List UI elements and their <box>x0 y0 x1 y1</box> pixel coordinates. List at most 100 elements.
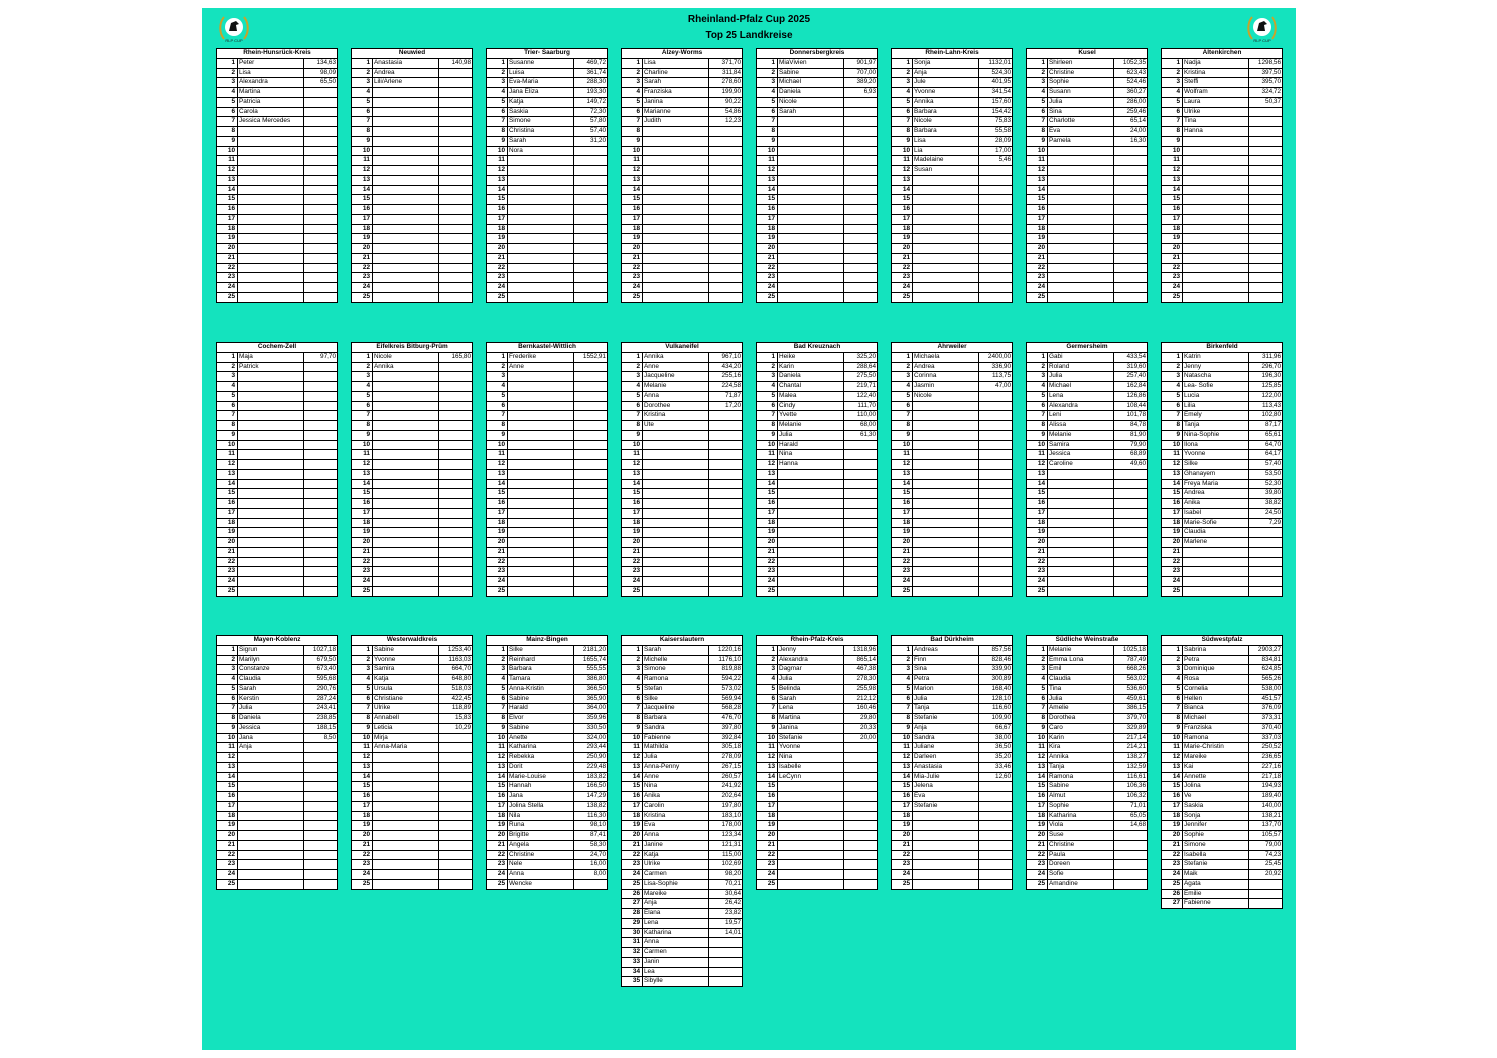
score-cell <box>438 820 473 831</box>
table-row: 23 <box>486 566 608 577</box>
table-row: 25 <box>1161 291 1284 303</box>
rank-cell: 4 <box>756 87 778 98</box>
participant-name-cell: Sofie <box>1047 869 1114 880</box>
score-cell <box>843 507 878 519</box>
table-row: 1 Katrin 311,96 <box>1161 351 1284 363</box>
participant-name-cell <box>1047 204 1114 215</box>
rank-cell: 18 <box>756 517 778 529</box>
participant-name-cell <box>372 556 439 568</box>
table-row: 24 <box>756 869 879 880</box>
score-cell: 84,78 <box>1112 420 1149 431</box>
participant-name-cell: Sarah <box>237 683 304 695</box>
table-row: 3 <box>486 371 608 382</box>
participant-name-cell <box>507 184 574 196</box>
table-row: 10 Harald <box>756 439 878 451</box>
table-row: 23 <box>216 272 338 283</box>
rank-cell: 3 <box>621 664 643 675</box>
table-row: 6 Kerstin 287,24 <box>216 693 339 705</box>
score-cell <box>707 420 744 431</box>
table-row: 15 <box>216 781 339 792</box>
rank-cell: 8 <box>486 713 508 724</box>
rank-cell: 20 <box>756 537 778 548</box>
rank-cell: 9 <box>486 722 508 734</box>
score-cell <box>573 400 608 412</box>
participant-name-cell: Franziska <box>642 87 709 98</box>
table-row: 12 <box>351 752 473 763</box>
table-row: 11 <box>1161 155 1284 166</box>
rank-cell: 1 <box>216 57 238 69</box>
score-cell: 110,00 <box>843 410 878 421</box>
table-row: 15 <box>1026 488 1149 499</box>
rank-cell: 13 <box>1026 174 1048 186</box>
score-cell: 386,80 <box>572 674 609 685</box>
rank-cell: 7 <box>756 703 778 714</box>
table-row: 19 <box>486 233 608 244</box>
table-row: 15 Sabine 106,36 <box>1026 781 1148 792</box>
participant-name-cell <box>237 576 304 587</box>
table-row: 11 <box>891 449 1014 460</box>
rank-cell: 18 <box>621 517 643 529</box>
leaderboard-table: Birkenfeld 1 Katrin 311,96 2 Jenny 296,70 3 Nata… <box>1160 342 1284 597</box>
participant-name-cell <box>912 459 979 470</box>
participant-name-cell: Julia <box>642 752 709 763</box>
participant-name-cell: Melanie <box>1047 429 1114 441</box>
rank-cell: 3 <box>1026 664 1048 675</box>
participant-name-cell <box>372 752 439 763</box>
score-cell <box>1113 839 1148 851</box>
participant-name-cell: Mirja <box>372 732 439 744</box>
participant-name-cell: Martina <box>237 87 304 98</box>
table-row: 13 <box>216 761 339 773</box>
score-cell: 2181,20 <box>572 644 609 656</box>
rank-cell: 14 <box>216 478 238 490</box>
table-row: 25 <box>1026 585 1149 597</box>
table-row: 21 <box>486 252 608 264</box>
score-cell: 259,46 <box>1112 106 1149 118</box>
rank-cell: 2 <box>351 67 373 79</box>
participant-name-cell <box>1047 252 1114 264</box>
participant-name-cell: Jana Eliza <box>507 87 574 98</box>
table-row: 21 <box>351 252 473 264</box>
score-cell <box>977 213 1014 225</box>
score-cell: 451,57 <box>1247 693 1284 705</box>
score-cell <box>1112 291 1149 303</box>
score-cell <box>572 878 609 890</box>
rank-cell: 8 <box>756 126 778 137</box>
table-row: 20 <box>1026 537 1149 548</box>
participant-name-cell <box>1047 184 1114 196</box>
participant-name-cell <box>237 194 304 205</box>
rank-cell: 10 <box>486 732 508 744</box>
participant-name-cell: Sina <box>912 664 979 675</box>
score-cell <box>302 459 339 470</box>
table-row: 11 <box>216 155 338 166</box>
rank-cell: 18 <box>891 223 913 235</box>
participant-name-cell: Barbara <box>507 664 574 675</box>
participant-name-cell: Franziska <box>1182 722 1249 734</box>
rank-cell: 4 <box>486 674 508 685</box>
score-cell <box>1113 878 1148 890</box>
score-cell <box>302 381 339 392</box>
score-cell: 140,00 <box>1247 800 1284 812</box>
table-row: 22 <box>756 262 879 274</box>
table-row: 18 <box>756 810 879 822</box>
participant-name-cell: Elvor <box>507 713 574 724</box>
score-cell: 178,00 <box>707 820 744 831</box>
participant-name-cell <box>777 165 844 176</box>
participant-name-cell <box>372 87 439 98</box>
rank-cell: 19 <box>756 820 778 831</box>
participant-name-cell <box>777 135 844 147</box>
score-cell: 98,20 <box>707 869 744 880</box>
rank-cell: 20 <box>756 830 778 841</box>
score-cell <box>302 517 339 529</box>
table-row: 24 <box>891 576 1014 587</box>
participant-name-cell: Daniela <box>777 371 844 382</box>
rank-cell: 11 <box>1026 742 1048 753</box>
table-row: 15 Hannah 166,50 <box>486 781 609 792</box>
rank-cell: 18 <box>1026 517 1048 529</box>
table-row: 23 <box>1161 566 1284 577</box>
rank-cell: 2 <box>486 654 508 666</box>
score-cell <box>302 449 339 460</box>
rank-cell: 24 <box>486 869 508 880</box>
table-row: 17 Saskia 140,00 <box>1161 800 1284 812</box>
score-cell <box>438 810 473 822</box>
participant-name-cell <box>1182 204 1249 215</box>
